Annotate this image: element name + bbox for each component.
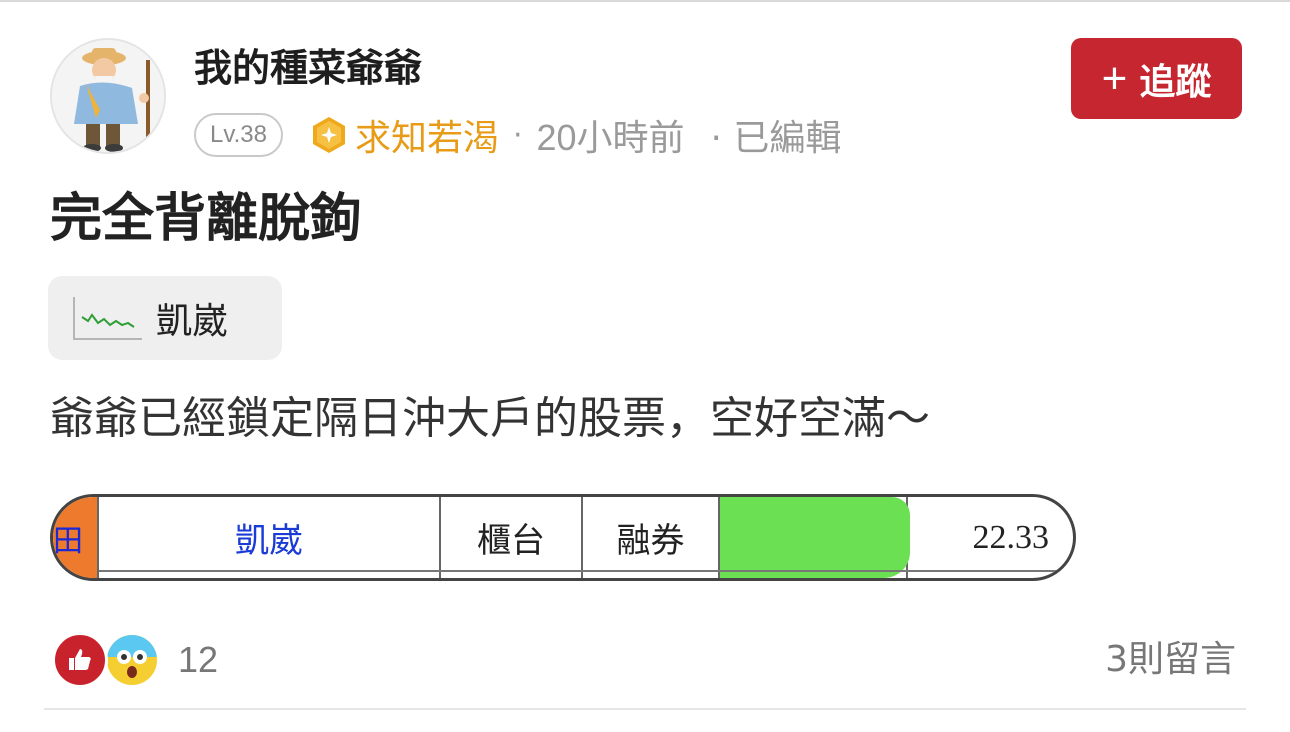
post-body: 爺爺已經鎖定隔日沖大戶的股票，空好空滿～ <box>50 393 930 444</box>
redacted-cell <box>720 497 910 578</box>
follow-button[interactable]: + 追蹤 <box>1071 38 1242 119</box>
stock-sparkline-icon <box>73 297 142 340</box>
meta-separator: · <box>512 117 523 153</box>
stock-tag-label: 凱崴 <box>156 301 229 342</box>
post-meta: Lv.38 求知若渴 · 20小時前 · 已編輯 <box>194 109 842 161</box>
avatar-farmer-icon <box>52 40 164 152</box>
trade-type: 融券 <box>583 497 720 578</box>
level-badge: Lv.38 <box>194 113 283 157</box>
redaction-mark <box>720 497 910 578</box>
avatar[interactable] <box>50 38 166 154</box>
comments-link[interactable]: 3則留言 <box>1105 634 1236 686</box>
stock-tag[interactable]: 凱崴 <box>48 276 282 360</box>
reactions[interactable]: 12 <box>52 632 218 688</box>
top-divider <box>0 0 1290 2</box>
edited-label: · 已編輯 <box>710 118 842 159</box>
reaction-count: 12 <box>178 639 219 680</box>
thumbs-up-icon[interactable] <box>52 632 108 688</box>
follow-label: 追蹤 <box>1139 60 1212 102</box>
post-title: 完全背離脫鉤 <box>50 189 363 249</box>
post-time: 20小時前 <box>536 117 685 158</box>
trade-price: 22.33 <box>972 518 1050 556</box>
trade-image: 田 凱崴 櫃台 融券 22.33 <box>50 494 1076 581</box>
bottom-divider <box>44 708 1246 710</box>
trade-flag: 田 <box>53 523 83 559</box>
shocked-face-icon[interactable] <box>104 632 160 688</box>
trade-flag-cell: 田 <box>53 497 99 578</box>
table-row-divider <box>99 570 1073 572</box>
author-name[interactable]: 我的種菜爺爺 <box>194 44 422 92</box>
trade-stock-name: 凱崴 <box>99 497 441 578</box>
badge-title[interactable]: 求知若渴 <box>355 109 499 161</box>
plus-icon: + <box>1101 53 1128 103</box>
gold-badge-icon <box>312 117 345 153</box>
trade-market: 櫃台 <box>441 497 583 578</box>
